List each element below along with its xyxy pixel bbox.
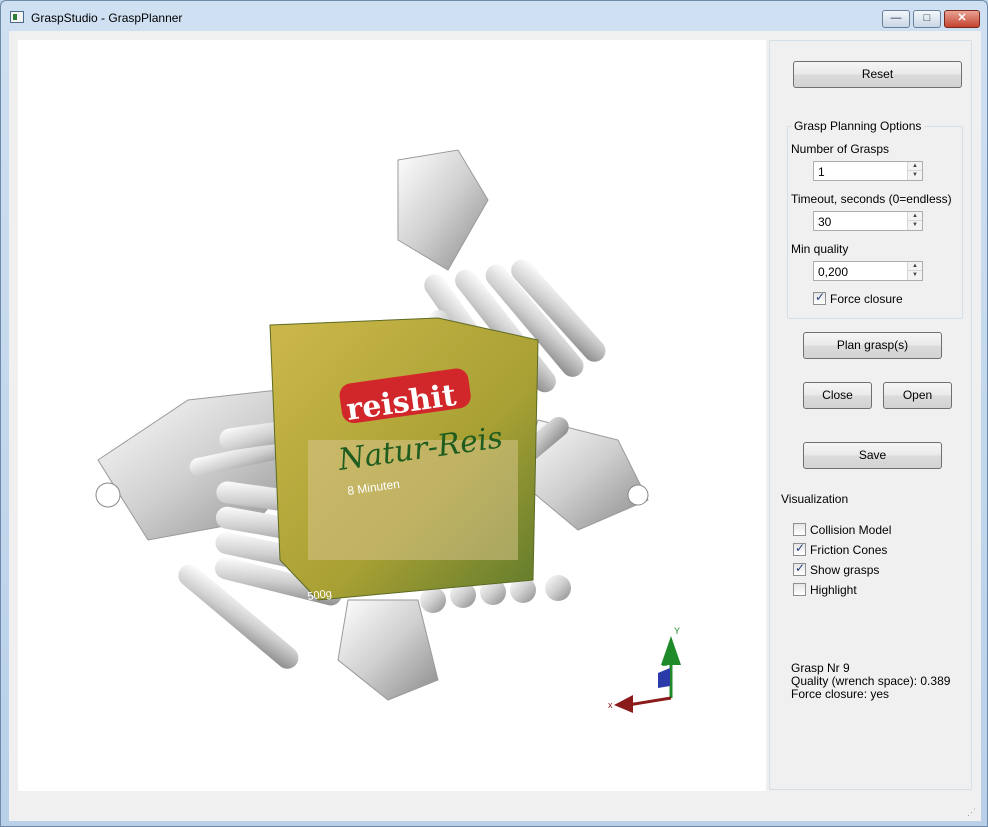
axis-z-label: Z bbox=[662, 658, 668, 668]
checkmark-icon: ✓ bbox=[795, 541, 806, 555]
timeout-spinbox[interactable]: 30 ▲ ▼ bbox=[813, 211, 923, 231]
3d-viewer[interactable]: reishit Natur-Reis 8 Minuten 500g Y Z x bbox=[18, 40, 766, 791]
force-closure-label[interactable]: Force closure bbox=[830, 292, 903, 306]
timeout-value[interactable]: 30 bbox=[818, 215, 831, 229]
show-grasps-checkbox[interactable]: ✓ bbox=[793, 561, 806, 576]
timeout-label: Timeout, seconds (0=endless) bbox=[791, 192, 952, 206]
highlight-label[interactable]: Highlight bbox=[810, 583, 857, 597]
num-grasps-spinbox[interactable]: 1 ▲ ▼ bbox=[813, 161, 923, 181]
checkmark-icon: ✓ bbox=[815, 290, 826, 304]
open-hand-button[interactable]: Open bbox=[883, 382, 952, 409]
checkmark-icon: ✓ bbox=[795, 561, 806, 575]
minimize-button[interactable]: — bbox=[882, 10, 910, 28]
show-grasps-label[interactable]: Show grasps bbox=[810, 563, 879, 577]
main-window: GraspStudio - GraspPlanner — □ ✕ reishit… bbox=[0, 0, 988, 827]
axis-x-label: x bbox=[608, 700, 613, 710]
highlight-checkbox[interactable] bbox=[793, 583, 806, 596]
axis-indicator: Y Z x bbox=[608, 626, 681, 713]
client-area: reishit Natur-Reis 8 Minuten 500g Y Z x bbox=[9, 31, 981, 821]
spin-up-icon[interactable]: ▲ bbox=[908, 212, 922, 221]
spin-up-icon[interactable]: ▲ bbox=[908, 162, 922, 171]
friction-cones-label[interactable]: Friction Cones bbox=[810, 543, 887, 557]
num-grasps-value[interactable]: 1 bbox=[818, 165, 825, 179]
title-bar[interactable]: GraspStudio - GraspPlanner — □ ✕ bbox=[1, 1, 987, 31]
friction-cones-checkbox[interactable]: ✓ bbox=[793, 541, 806, 556]
grasp-quality-text: Quality (wrench space): 0.389 bbox=[791, 674, 951, 688]
spin-up-icon[interactable]: ▲ bbox=[908, 262, 922, 271]
save-button[interactable]: Save bbox=[803, 442, 942, 469]
spin-down-icon[interactable]: ▼ bbox=[908, 171, 922, 180]
min-quality-value[interactable]: 0,200 bbox=[818, 265, 848, 279]
resize-grip-icon[interactable]: ⋰ bbox=[967, 807, 977, 817]
status-bar: ⋰ bbox=[9, 797, 981, 821]
close-window-button[interactable]: ✕ bbox=[944, 10, 980, 28]
spin-down-icon[interactable]: ▼ bbox=[908, 221, 922, 230]
num-grasps-label: Number of Grasps bbox=[791, 142, 890, 156]
scene-render: reishit Natur-Reis 8 Minuten 500g Y Z x bbox=[95, 149, 681, 713]
force-closure-status-text: Force closure: yes bbox=[791, 687, 890, 701]
min-quality-spinbox[interactable]: 0,200 ▲ ▼ bbox=[813, 261, 923, 281]
plan-grasps-button[interactable]: Plan grasp(s) bbox=[803, 332, 942, 359]
rice-box: reishit Natur-Reis 8 Minuten 500g bbox=[269, 317, 539, 603]
reset-button[interactable]: Reset bbox=[793, 61, 962, 88]
app-window-icon bbox=[10, 11, 24, 23]
control-panel: Reset Grasp Planning Options Number of G… bbox=[769, 40, 972, 790]
force-closure-checkbox[interactable]: ✓ bbox=[813, 290, 826, 305]
maximize-button[interactable]: □ bbox=[913, 10, 941, 28]
collision-model-label[interactable]: Collision Model bbox=[810, 523, 891, 537]
grasp-options-title: Grasp Planning Options bbox=[791, 119, 925, 133]
collision-model-checkbox[interactable] bbox=[793, 523, 806, 536]
visualization-title: Visualization bbox=[781, 492, 849, 506]
min-quality-label: Min quality bbox=[791, 242, 849, 256]
spin-down-icon[interactable]: ▼ bbox=[908, 271, 922, 280]
close-hand-button[interactable]: Close bbox=[803, 382, 872, 409]
grasp-number-text: Grasp Nr 9 bbox=[791, 661, 850, 675]
axis-y-label: Y bbox=[674, 626, 680, 636]
window-title: GraspStudio - GraspPlanner bbox=[31, 11, 183, 25]
